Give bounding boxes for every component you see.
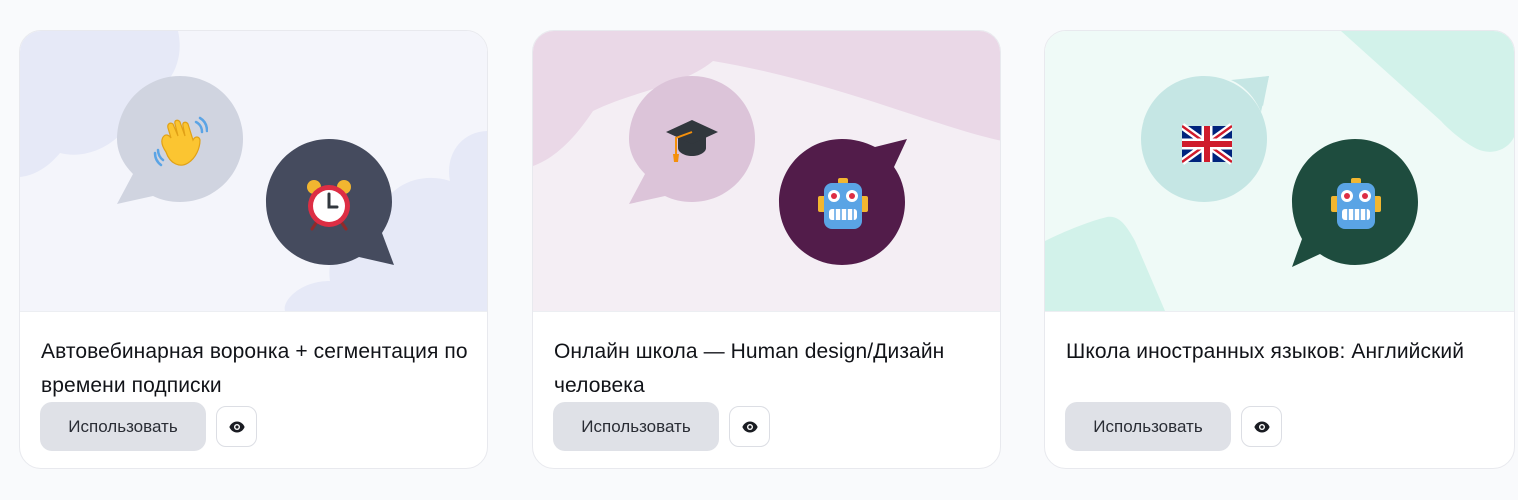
banner-background bbox=[20, 31, 487, 311]
template-card[interactable]: Онлайн школа — Human design/Дизайн челов… bbox=[532, 30, 1001, 469]
eye-icon bbox=[741, 421, 758, 432]
template-card[interactable]: Автовебинарная воронка + сегментация по … bbox=[19, 30, 488, 469]
template-card[interactable]: Школа иностранных языков: Английский Исп… bbox=[1044, 30, 1515, 469]
banner-background bbox=[533, 31, 1000, 311]
use-template-button[interactable]: Использовать bbox=[40, 402, 206, 451]
eye-icon bbox=[1253, 421, 1270, 432]
alarm-clock-icon bbox=[297, 172, 361, 236]
waving-hand-icon bbox=[148, 110, 212, 174]
eye-icon bbox=[228, 421, 245, 432]
use-template-button[interactable]: Использовать bbox=[1065, 402, 1231, 451]
robot-icon bbox=[811, 172, 875, 236]
use-template-button[interactable]: Использовать bbox=[553, 402, 719, 451]
preview-button[interactable] bbox=[729, 406, 770, 447]
uk-flag-icon bbox=[1175, 109, 1239, 173]
card-title: Автовебинарная воронка + сегментация по … bbox=[41, 340, 468, 397]
card-title: Школа иностранных языков: Английский bbox=[1066, 340, 1465, 363]
robot-icon bbox=[1324, 172, 1388, 236]
card-title: Онлайн школа — Human design/Дизайн челов… bbox=[554, 340, 945, 397]
graduation-cap-icon bbox=[660, 108, 724, 172]
card-banner bbox=[20, 31, 487, 312]
card-banner bbox=[533, 31, 1000, 312]
card-banner bbox=[1045, 31, 1514, 312]
preview-button[interactable] bbox=[1241, 406, 1282, 447]
preview-button[interactable] bbox=[216, 406, 257, 447]
banner-background bbox=[1045, 31, 1514, 311]
